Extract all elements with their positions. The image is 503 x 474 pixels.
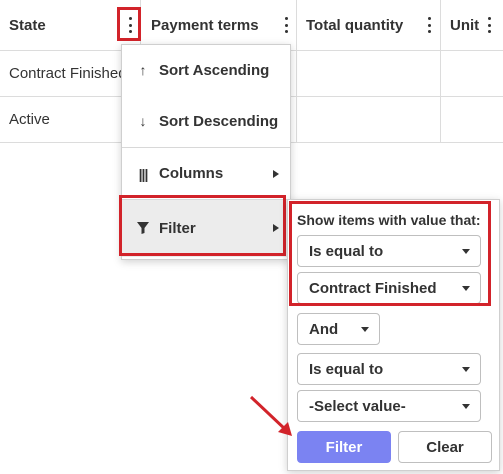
- column-header-total-quantity[interactable]: Total quantity: [306, 0, 403, 50]
- column-header-label: State: [9, 16, 46, 34]
- logic-select[interactable]: And: [297, 313, 380, 345]
- highlight-box: [289, 201, 491, 306]
- highlight-box: [117, 7, 141, 41]
- column-header-state[interactable]: State: [9, 0, 46, 50]
- select-value: Is equal to: [309, 360, 384, 378]
- menu-item-label: Sort Descending: [159, 112, 279, 130]
- chevron-down-icon: [462, 404, 470, 409]
- chevron-right-icon: [273, 170, 279, 178]
- red-arrow-icon: [249, 395, 292, 436]
- select-value: -Select value-: [309, 397, 406, 415]
- state-cell: Contract Finished: [9, 64, 121, 82]
- kebab-icon[interactable]: [284, 17, 288, 33]
- kebab-icon[interactable]: [427, 17, 431, 33]
- menu-item-sort-descending[interactable]: ↓ Sort Descending: [122, 95, 290, 147]
- clear-button[interactable]: Clear: [398, 431, 492, 463]
- column-header-label: Unit: [450, 16, 480, 34]
- highlight-box: [119, 195, 286, 256]
- columns-icon: |||: [138, 165, 149, 182]
- menu-item-columns[interactable]: ||| Columns: [122, 148, 290, 199]
- chevron-down-icon: [462, 367, 470, 372]
- filter-button[interactable]: Filter: [297, 431, 391, 463]
- chevron-down-icon: [361, 327, 369, 332]
- column-header-label: Payment terms: [151, 16, 259, 34]
- column-header-label: Total quantity: [306, 16, 404, 34]
- menu-item-label: Columns: [159, 165, 224, 182]
- arrow-up-icon: ↑: [139, 62, 147, 78]
- value-select-2[interactable]: -Select value-: [297, 390, 481, 422]
- column-header-payment-terms[interactable]: Payment terms: [151, 0, 259, 50]
- kebab-icon[interactable]: [487, 17, 491, 33]
- operator-select-2[interactable]: Is equal to: [297, 353, 481, 385]
- column-header-unit[interactable]: Unit: [450, 0, 479, 50]
- state-cell: Active: [9, 110, 50, 128]
- select-value: And: [309, 320, 339, 338]
- menu-item-label: Sort Ascending: [159, 61, 270, 79]
- arrow-down-icon: ↓: [139, 113, 147, 129]
- menu-item-sort-ascending[interactable]: ↑ Sort Ascending: [122, 45, 290, 95]
